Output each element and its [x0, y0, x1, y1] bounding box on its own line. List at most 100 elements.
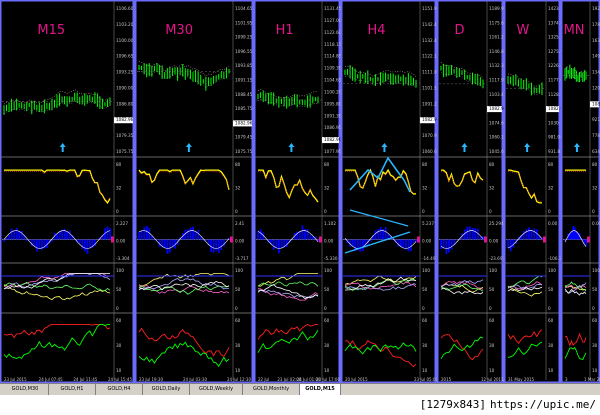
macd-histogram-bar — [583, 239, 586, 244]
watermark-dimensions: [1279x843] — [419, 398, 487, 411]
price-tick-label: 1093.85 — [235, 63, 253, 68]
tab-gold-weekly[interactable]: GOLD,Weekly — [190, 384, 243, 395]
macd-histogram-bar — [351, 239, 354, 247]
price-tick-label: 1086.80 — [116, 101, 134, 106]
stochastic-tick-label: 0 — [592, 209, 595, 214]
time-tick-label: 24 Jul 12:30 — [227, 377, 251, 382]
oscillator-tick-label: 50 — [235, 287, 241, 292]
macd-tick-label: -5.330 — [324, 256, 338, 261]
macd-histogram-bar — [189, 227, 192, 240]
tab-gold-h4[interactable]: GOLD,H4 — [96, 384, 143, 395]
macd-histogram-bar — [402, 239, 405, 248]
price-tick-label: 1349.85 — [592, 70, 600, 75]
price-tick-label: 1099.25 — [235, 35, 253, 40]
macd-histogram-bar — [280, 239, 283, 249]
adx-tick-label: 30 — [235, 343, 241, 348]
macd-histogram-bar — [272, 239, 275, 250]
oscillator-tick-label: 100 — [116, 268, 124, 273]
stochastic-tick-label: 80 — [548, 162, 554, 167]
macd-histogram-bar — [184, 229, 187, 240]
price-tick-label: 634.80 — [592, 149, 600, 154]
macd-histogram-bar — [106, 226, 109, 240]
macd-histogram-bar — [278, 239, 280, 254]
watermark-url: https://upic.me/ — [490, 398, 596, 411]
stochastic-tick-label: 32 — [116, 186, 122, 191]
adx-tick-label: 10 — [592, 368, 598, 373]
macd-tick-label: 0.00 — [324, 239, 334, 244]
time-tick-label: 12 Jul 2015 — [481, 377, 504, 382]
adx-tick-label: 30 — [324, 343, 330, 348]
macd-histogram-bar — [410, 239, 412, 251]
time-tick-label: 24 Jul 15:45 — [108, 377, 132, 382]
macd-histogram-bar — [379, 227, 382, 240]
macd-tick-label: -23.691 — [489, 256, 505, 261]
chart-window-mn[interactable]: MN 1923.10 1780.55 1638.00 1491.90 1349.85 120… — [560, 0, 600, 383]
adx-tick-label: 30 — [548, 343, 554, 348]
macd-histogram-bar — [298, 231, 301, 240]
footer-strip: [1279x843] https://upic.me/ — [0, 395, 600, 415]
macd-histogram-bar — [187, 229, 189, 240]
time-tick-label: 2015 — [441, 377, 452, 382]
adx-tick-label: 10 — [422, 368, 428, 373]
price-tick-label: 1100.00 — [116, 38, 134, 43]
chart-window-d[interactable]: D1189.921175.651161.201146.801132.351117… — [436, 0, 507, 383]
price-tick-label: 1104.65 — [235, 6, 253, 11]
level-marker — [484, 236, 487, 243]
macd-histogram-bar — [479, 236, 482, 240]
chart-window-background — [135, 0, 253, 383]
oscillator-tick-label: 100 — [235, 268, 243, 273]
adx-tick-label: 10 — [324, 368, 330, 373]
macd-tick-label: 0.00 — [235, 239, 245, 244]
macd-histogram-bar — [533, 228, 536, 240]
price-tick-label: 1086.95 — [324, 125, 342, 130]
macd-histogram-bar — [471, 227, 474, 240]
macd-tick-label: -14.497 — [422, 256, 438, 261]
macd-histogram-bar — [153, 239, 156, 241]
price-tick-label: 1104.65 — [324, 78, 342, 83]
macd-histogram-bar — [442, 239, 445, 249]
macd-histogram-bar — [212, 239, 215, 253]
timeframe-label: H4 — [368, 23, 386, 38]
tab-gold-m15[interactable]: GOLD,M15 — [300, 384, 341, 395]
oscillator-tick-label: 0 — [548, 306, 551, 311]
chart-window-m15[interactable]: M15 1106.60 1103.20 1100.00 1096.65 1093.25 10… — [0, 0, 135, 383]
adx-tick-label: 30 — [422, 343, 428, 348]
stochastic-tick-label: 0 — [422, 209, 425, 214]
macd-histogram-bar — [78, 239, 81, 244]
level-marker — [543, 236, 546, 243]
tab-gold-m30[interactable]: GOLD,M30 — [2, 384, 49, 395]
stochastic-tick-label: 80 — [116, 162, 122, 167]
tab-gold-daily[interactable]: GOLD,Daily — [143, 384, 190, 395]
adx-tick-label: 30 — [116, 343, 122, 348]
macd-histogram-bar — [109, 228, 111, 240]
adx-tick-label: 60 — [489, 318, 495, 323]
macd-histogram-bar — [220, 239, 223, 251]
macd-histogram-bar — [569, 234, 571, 240]
chart-window-w[interactable]: W1423.311374.401325.101275.951226.801177… — [503, 0, 567, 383]
price-tick-label: 1206.95 — [592, 85, 600, 90]
oscillator-tick-label: 50 — [548, 287, 554, 292]
macd-histogram-bar — [5, 237, 8, 240]
price-tick-label: 1088.45 — [235, 92, 253, 97]
macd-histogram-bar — [18, 230, 21, 240]
chart-window-h4[interactable]: H41151.901142.451132.401122.101111.80110… — [340, 0, 440, 383]
stochastic-tick-label: 0 — [489, 209, 492, 214]
price-tick-label: 1491.90 — [592, 54, 600, 59]
stochastic-tick-label: 80 — [235, 162, 241, 167]
macd-histogram-bar — [36, 239, 38, 252]
macd-histogram-bar — [38, 239, 41, 249]
chart-window-h1[interactable]: H1 1131.45 1127.00 1122.60 1118.15 1114.85 110… — [253, 0, 342, 383]
chart-window-m30[interactable]: M30 1104.65 1101.95 1099.25 1096.55 1093.85 10… — [134, 0, 254, 383]
stochastic-tick-label: 80 — [489, 162, 495, 167]
price-tick-label: 1079.45 — [235, 135, 253, 140]
stochastic-tick-label: 32 — [592, 186, 598, 191]
time-tick-label: 1 Mar 2015 — [584, 377, 600, 382]
price-tick-label: 1082.96 — [324, 137, 342, 142]
macd-histogram-bar — [445, 239, 448, 255]
tab-gold-h1[interactable]: GOLD,H1 — [49, 384, 96, 395]
macd-histogram-bar — [455, 239, 458, 241]
tab-gold-monthly[interactable]: GOLD,Monthly — [243, 384, 300, 395]
macd-histogram-bar — [507, 239, 509, 249]
adx-tick-label: 30 — [489, 343, 495, 348]
oscillator-tick-label: 100 — [489, 268, 497, 273]
